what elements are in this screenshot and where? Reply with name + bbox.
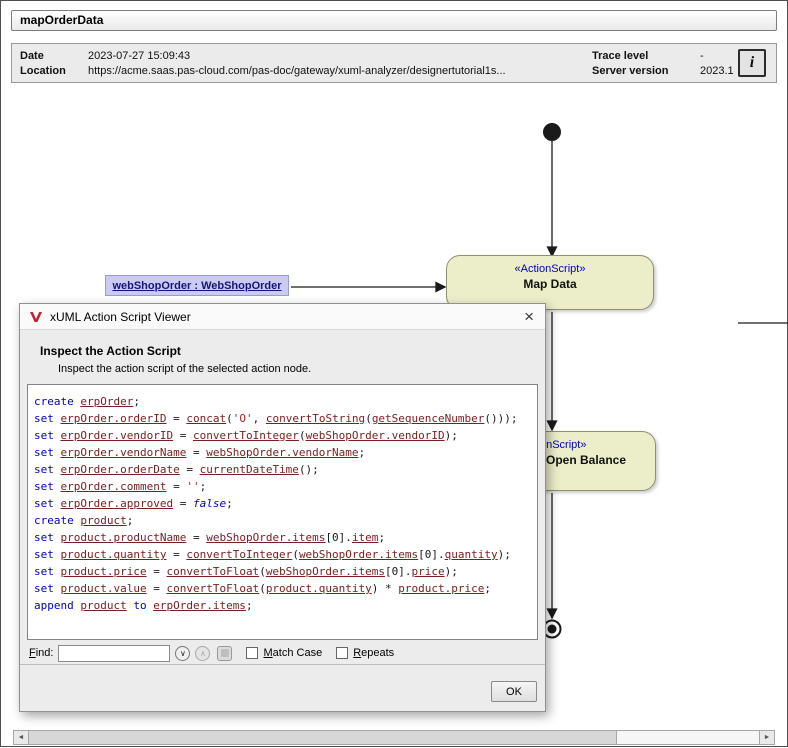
find-input[interactable] [58,645,170,662]
action-script-code[interactable]: create erpOrder;set erpOrder.orderID = c… [27,384,538,640]
dialog-heading: Inspect the Action Script [40,344,181,358]
arrowhead-icon [548,609,557,618]
node-name: Map Data [447,277,653,291]
code-line: append product to erpOrder.items; [34,597,531,614]
horizontal-scrollbar[interactable]: ◄ ► [13,730,775,745]
action-script-viewer-dialog: xUML Action Script Viewer × Inspect the … [19,303,546,712]
scrollbar-thumb[interactable] [29,731,617,744]
code-line: set erpOrder.approved = false; [34,495,531,512]
code-line: set product.price = convertToFloat(webSh… [34,563,531,580]
initial-node[interactable] [543,123,561,141]
action-node-map-data[interactable]: «ActionScript» Map Data [446,255,654,310]
scroll-left-icon[interactable]: ◄ [14,731,29,744]
close-icon[interactable]: × [522,308,536,325]
arrowhead-icon [548,421,557,430]
find-prev-button[interactable]: ∧ [195,646,210,661]
dialog-title: xUML Action Script Viewer [50,310,515,324]
code-line: set product.quantity = convertToInteger(… [34,546,531,563]
code-line: set erpOrder.orderID = concat('O', conve… [34,410,531,427]
find-label: Find: [29,647,53,659]
code-line: set erpOrder.orderDate = currentDateTime… [34,461,531,478]
final-node-dot [548,625,557,634]
find-bar: Find: ∨ ∧ Match Case Repeats [20,642,545,665]
app-window: mapOrderData Date 2023-07-27 15:09:43 Lo… [0,0,788,747]
code-line: set erpOrder.vendorName = webShopOrder.v… [34,444,531,461]
repeats-label: Repeats [353,647,394,659]
repeats-checkbox[interactable] [336,647,348,659]
highlighter-icon [221,649,229,657]
match-case-checkbox[interactable] [246,647,258,659]
scrollbar-track[interactable] [617,731,759,744]
code-line: create erpOrder; [34,393,531,410]
code-line: set erpOrder.comment = ''; [34,478,531,495]
match-case-label: Match Case [263,647,322,659]
dialog-subheading: Inspect the action script of the selecte… [58,363,311,375]
code-line: set product.productName = webShopOrder.i… [34,529,531,546]
node-stereotype: «ActionScript» [447,263,653,275]
object-node-label[interactable]: webShopOrder : WebShopOrder [105,275,289,296]
dialog-title-bar[interactable]: xUML Action Script Viewer × [20,304,545,330]
arrowhead-icon [436,283,445,292]
app-logo-icon [29,311,43,323]
code-line: set product.value = convertToFloat(produ… [34,580,531,597]
code-line: create product; [34,512,531,529]
ok-button[interactable]: OK [491,681,537,702]
highlight-matches-button[interactable] [217,646,232,661]
scroll-right-icon[interactable]: ► [759,731,774,744]
find-next-button[interactable]: ∨ [175,646,190,661]
code-line: set erpOrder.vendorID = convertToInteger… [34,427,531,444]
